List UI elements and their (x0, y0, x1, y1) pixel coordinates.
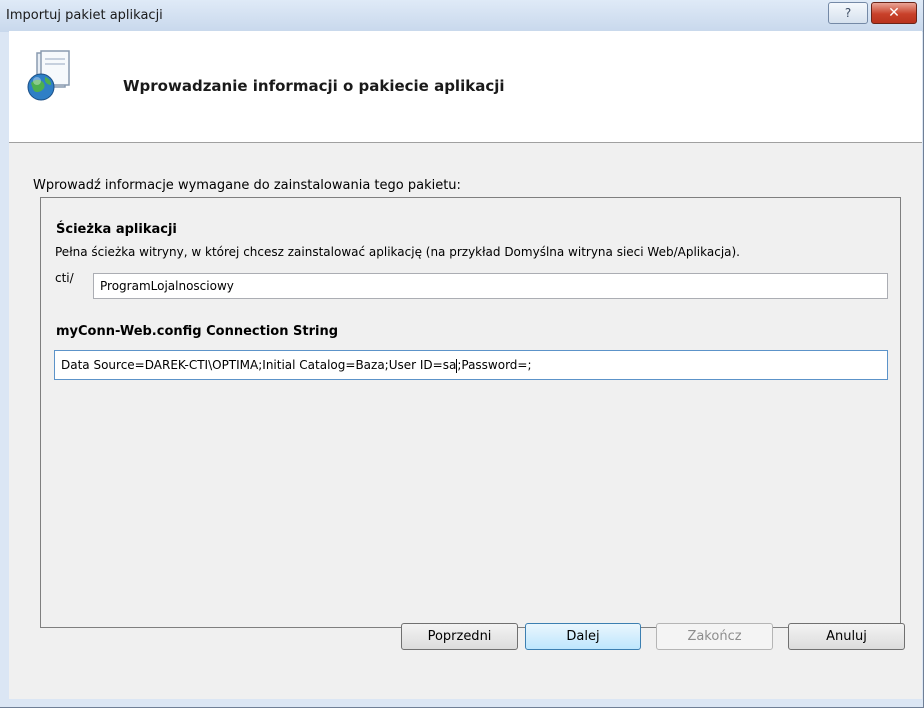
connection-string-text: Data Source=DAREK-CTI\OPTIMA;Initial Cat… (61, 358, 457, 372)
wizard-header: Wprowadzanie informacji o pakiecie aplik… (9, 31, 922, 143)
finish-button[interactable]: Zakończ (656, 623, 773, 650)
cancel-button[interactable]: Anuluj (788, 623, 905, 650)
title-bar[interactable]: Importuj pakiet aplikacji ? ✕ (0, 0, 923, 32)
instructions-text: Wprowadź informacje wymagane do zainstal… (33, 178, 461, 193)
connection-string-text-tail: ;Password=; (457, 358, 532, 372)
dialog-window: Importuj pakiet aplikacji ? ✕ Wprowadzan… (0, 0, 924, 708)
app-path-description: Pełna ścieżka witryny, w której chcesz z… (55, 245, 740, 259)
parameters-panel: Ścieżka aplikacji Pełna ścieżka witryny,… (40, 197, 901, 628)
previous-button[interactable]: Poprzedni (401, 623, 518, 650)
package-globe-icon (27, 50, 70, 101)
app-path-prefix: cti/ (55, 271, 74, 285)
close-button[interactable]: ✕ (871, 2, 917, 24)
next-button[interactable]: Dalej (525, 623, 641, 650)
connection-string-label: myConn-Web.config Connection String (56, 324, 339, 339)
help-button[interactable]: ? (828, 2, 868, 24)
window-title: Importuj pakiet aplikacji (6, 8, 163, 23)
wizard-title: Wprowadzanie informacji o pakiecie aplik… (123, 77, 505, 95)
app-path-input[interactable]: ProgramLojalnosciowy (93, 273, 888, 299)
connection-string-input[interactable]: Data Source=DAREK-CTI\OPTIMA;Initial Cat… (54, 350, 888, 380)
app-path-label: Ścieżka aplikacji (56, 222, 177, 237)
